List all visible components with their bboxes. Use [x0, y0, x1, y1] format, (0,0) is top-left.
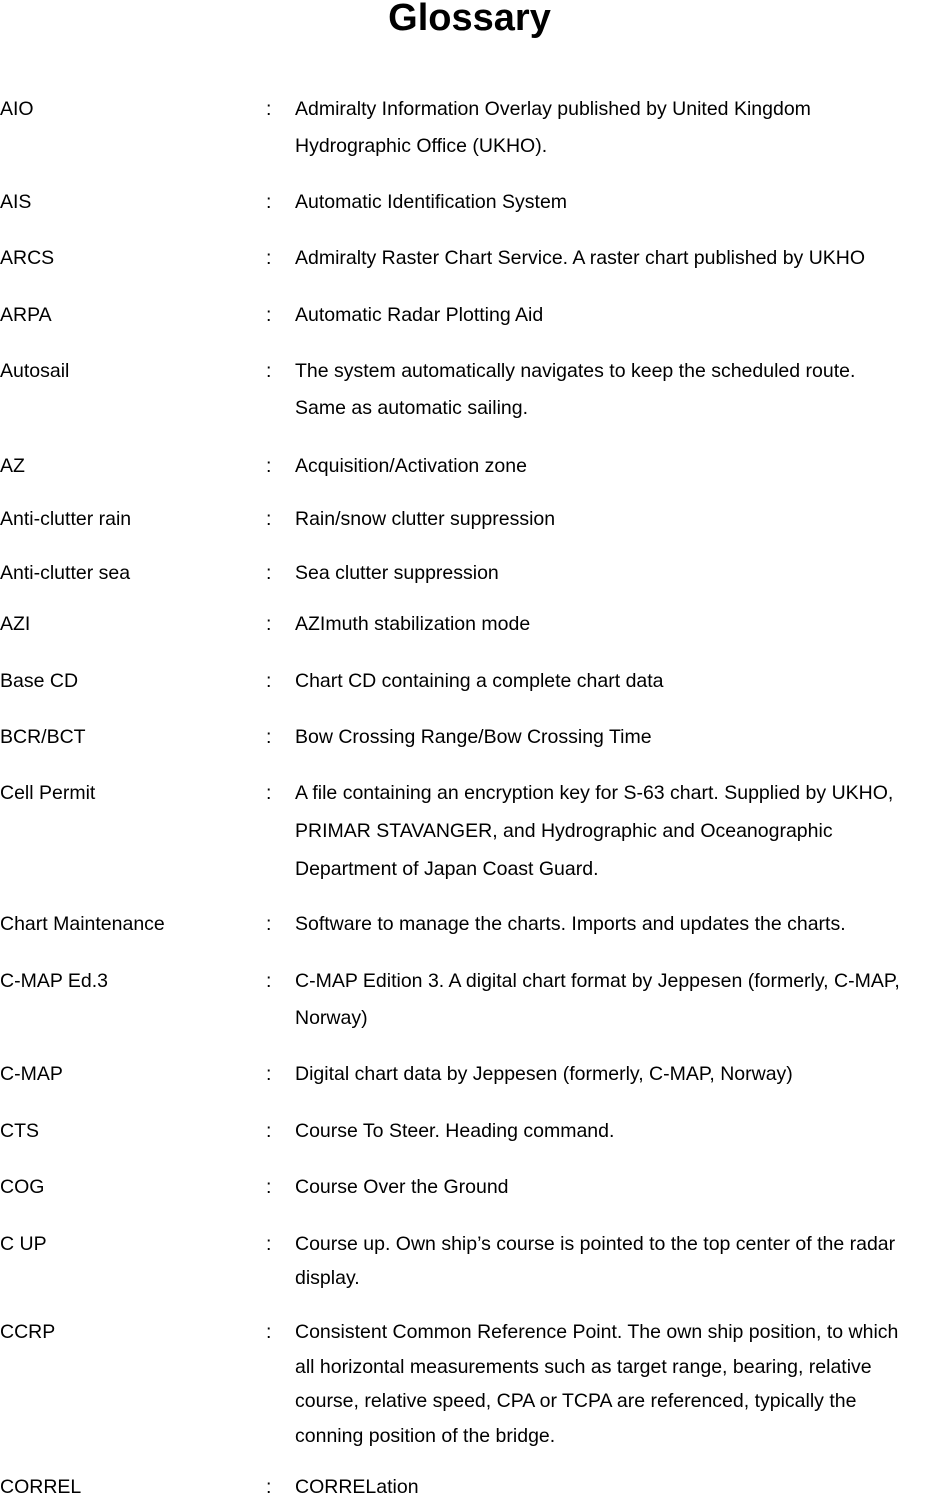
glossary-term: Anti-clutter rain	[0, 508, 132, 530]
glossary-term: Chart Maintenance	[0, 913, 165, 935]
glossary-definition-line: Norway)	[295, 1007, 368, 1029]
glossary-definition-line: conning position of the bridge.	[295, 1424, 556, 1447]
glossary-definition-line: course, relative speed, CPA or TCPA are …	[295, 1390, 857, 1412]
glossary-term: AZ	[0, 455, 25, 477]
glossary-term: CCRP	[0, 1321, 56, 1343]
glossary-definition-line: Hydrographic Office (UKHO).	[295, 135, 548, 157]
glossary-separator: :	[266, 562, 272, 584]
glossary-term: CTS	[0, 1120, 39, 1142]
glossary-separator: :	[266, 970, 272, 992]
glossary-definition-line: Acquisition/Activation zone	[295, 455, 527, 477]
glossary-definition-line: display.	[295, 1267, 360, 1289]
glossary-definition-line: Admiralty Raster Chart Service. A raster…	[295, 247, 866, 269]
glossary-separator: :	[266, 455, 272, 477]
glossary-definition-line: AZImuth stabilization mode	[295, 613, 531, 635]
glossary-term: Anti-clutter sea	[0, 562, 131, 584]
glossary-definition-line: Course Over the Ground	[295, 1176, 509, 1198]
glossary-separator: :	[266, 726, 272, 748]
glossary-definition-line: Automatic Radar Plotting Aid	[295, 304, 544, 326]
glossary-definition-line: Software to manage the charts. Imports a…	[295, 913, 846, 935]
glossary-separator: :	[266, 1120, 272, 1142]
glossary-term: COG	[0, 1176, 45, 1198]
glossary-definition-line: C-MAP Edition 3. A digital chart format …	[295, 970, 900, 992]
glossary-definition-line: The system automatically navigates to ke…	[295, 360, 856, 382]
page-title: Glossary	[388, 0, 551, 39]
glossary-term: AZI	[0, 613, 31, 635]
glossary-separator: :	[266, 1321, 272, 1343]
glossary-definition-line: Admiralty Information Overlay published …	[295, 98, 811, 120]
glossary-separator: :	[266, 670, 272, 692]
glossary-separator: :	[266, 613, 272, 635]
glossary-separator: :	[266, 247, 272, 269]
glossary-definition-line: Chart CD containing a complete chart dat…	[295, 670, 664, 692]
glossary-separator: :	[266, 508, 272, 530]
glossary-separator: :	[266, 1233, 272, 1255]
glossary-definition-line: Rain/snow clutter suppression	[295, 508, 556, 530]
glossary-definition-line: Automatic Identification System	[295, 191, 568, 213]
glossary-term: Autosail	[0, 360, 70, 382]
glossary-separator: :	[266, 913, 272, 935]
glossary-separator: :	[266, 1176, 272, 1198]
glossary-term: C UP	[0, 1233, 47, 1255]
glossary-term: AIS	[0, 191, 32, 213]
glossary-definition-line: Course up. Own ship’s course is pointed …	[295, 1233, 896, 1255]
glossary-term: ARCS	[0, 247, 55, 269]
glossary-separator: :	[266, 304, 272, 326]
glossary-definition-line: all horizontal measurements such as targ…	[295, 1355, 872, 1378]
glossary-definition-line: Sea clutter suppression	[295, 562, 499, 584]
glossary-definition-line: Digital chart data by Jeppesen (formerly…	[295, 1063, 793, 1085]
glossary-separator: :	[266, 98, 272, 120]
glossary-term: Cell Permit	[0, 782, 96, 804]
glossary-term: C-MAP Ed.3	[0, 970, 109, 992]
glossary-definition-line: Bow Crossing Range/Bow Crossing Time	[295, 726, 652, 748]
glossary-definition-line: A file containing an encryption key for …	[295, 782, 894, 804]
glossary-term: Base CD	[0, 670, 79, 692]
glossary-definition-line: Department of Japan Coast Guard.	[295, 858, 599, 880]
glossary-term: AIO	[0, 98, 34, 120]
glossary-separator: :	[266, 782, 272, 804]
glossary-definition-line: PRIMAR STAVANGER, and Hydrographic and O…	[295, 820, 833, 842]
glossary-definition-line: Course To Steer. Heading command.	[295, 1120, 615, 1142]
glossary-definition-line: Consistent Common Reference Point. The o…	[295, 1321, 899, 1343]
glossary-separator: :	[266, 191, 272, 213]
glossary-term: ARPA	[0, 304, 52, 326]
glossary-term: C-MAP	[0, 1063, 63, 1085]
glossary-definition-line: Same as automatic sailing.	[295, 397, 529, 419]
glossary-separator: :	[266, 1063, 272, 1085]
glossary-separator: :	[266, 360, 272, 382]
glossary-term: BCR/BCT	[0, 726, 86, 748]
